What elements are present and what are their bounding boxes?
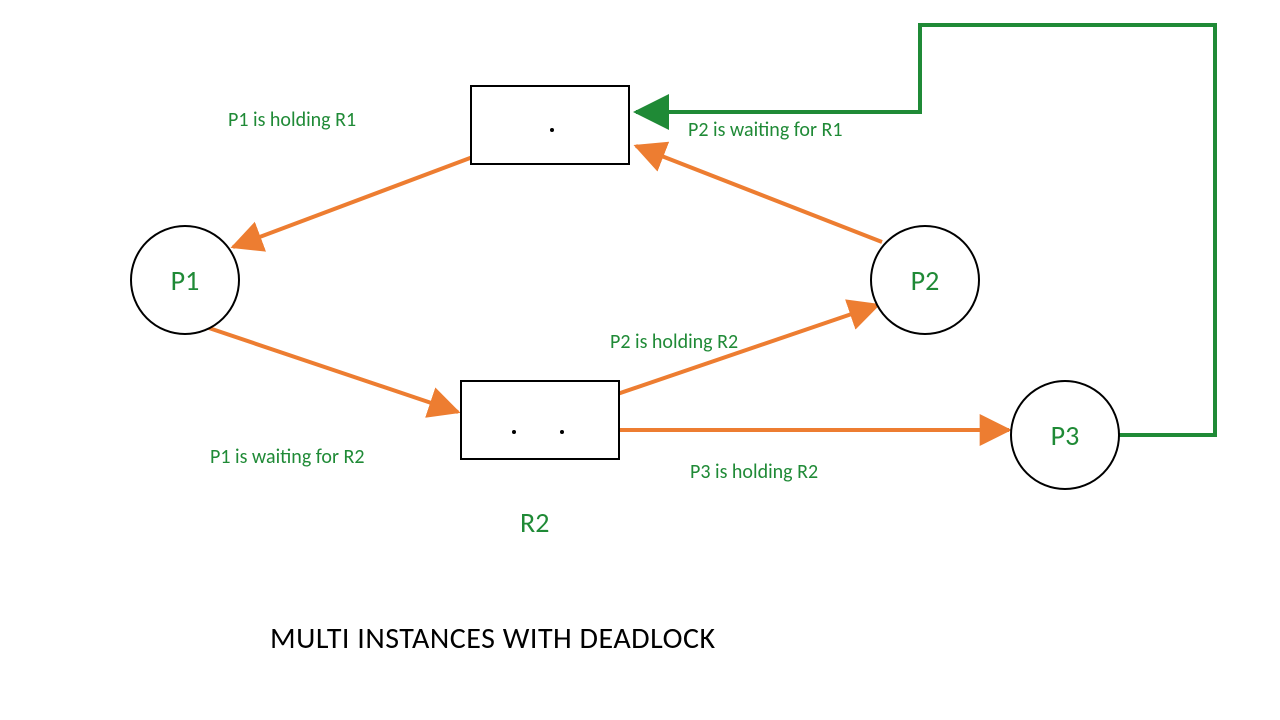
label-p1-waiting-r2: P1 is waiting for R2	[210, 445, 364, 469]
process-p3-label: P3	[1051, 418, 1080, 453]
diagram-stage: R2 P1 P2 P3 P1 is holding R1 P2 is waiti…	[0, 0, 1280, 720]
label-p3-holding-r2: P3 is holding R2	[690, 460, 818, 484]
resource-r1	[470, 85, 630, 165]
process-p1-label: P1	[171, 263, 200, 298]
label-p2-waiting-r1: P2 is waiting for R1	[688, 118, 842, 142]
process-p3: P3	[1010, 380, 1120, 490]
process-p2: P2	[870, 225, 980, 335]
edges-layer	[0, 0, 1280, 720]
edge-p1-to-r2	[200, 325, 458, 412]
label-p1-holding-r1: P1 is holding R1	[228, 108, 356, 132]
label-p2-holding-r2: P2 is holding R2	[610, 330, 738, 354]
diagram-title: MULTI INSTANCES WITH DEADLOCK	[270, 620, 716, 657]
r1-instance-dot	[550, 128, 554, 132]
resource-r2-label: R2	[520, 505, 549, 540]
edge-p2-to-r1	[636, 146, 882, 242]
process-p1: P1	[130, 225, 240, 335]
resource-r2	[460, 380, 620, 460]
r2-instance-dot-1	[512, 430, 516, 434]
r2-instance-dot-2	[560, 430, 564, 434]
process-p2-label: P2	[911, 263, 940, 298]
